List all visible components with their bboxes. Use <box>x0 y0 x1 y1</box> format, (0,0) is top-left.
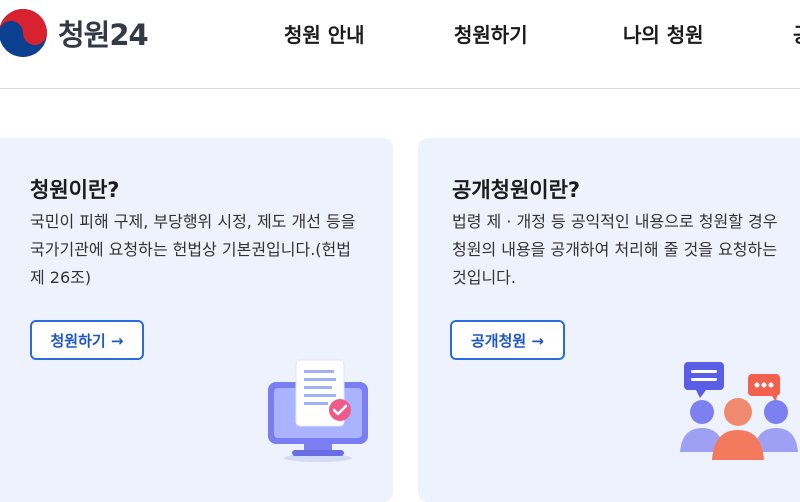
logo-text: 청원24 <box>58 18 149 52</box>
monitor-document-icon <box>268 359 368 462</box>
taeguk-logo-icon <box>0 9 47 57</box>
petition-info-card: 청원이란? 국민이 피해 구제, 부당행위 시정, 제도 개선 등을 국가기관에… <box>0 138 393 502</box>
group-chat-icon <box>680 362 798 460</box>
card-description: 법령 제 · 개정 등 공익적인 내용으로 청원할 경우 청원의 내용을 공개하… <box>452 212 778 287</box>
site-logo[interactable]: 청원24 <box>0 5 149 61</box>
nav-item-public[interactable]: 공 <box>793 19 800 48</box>
nav-item-petition[interactable]: 청원하기 <box>454 19 528 48</box>
public-petition-button[interactable]: 공개청원 → <box>450 320 565 360</box>
card-title: 청원이란? <box>30 178 120 202</box>
petition-button[interactable]: 청원하기 → <box>30 320 144 360</box>
site-header: 청원24 청원 안내 청원하기 나의 청원 공 <box>0 0 800 89</box>
card-description: 국민이 피해 구제, 부당행위 시정, 제도 개선 등을 국가기관에 요청하는 … <box>30 212 356 287</box>
nav-item-guide[interactable]: 청원 안내 <box>284 19 365 48</box>
public-petition-info-card: 공개청원이란? 법령 제 · 개정 등 공익적인 내용으로 청원할 경우 청원의… <box>418 138 800 502</box>
nav-item-my-petition[interactable]: 나의 청원 <box>623 19 704 48</box>
card-title: 공개청원이란? <box>452 178 581 202</box>
